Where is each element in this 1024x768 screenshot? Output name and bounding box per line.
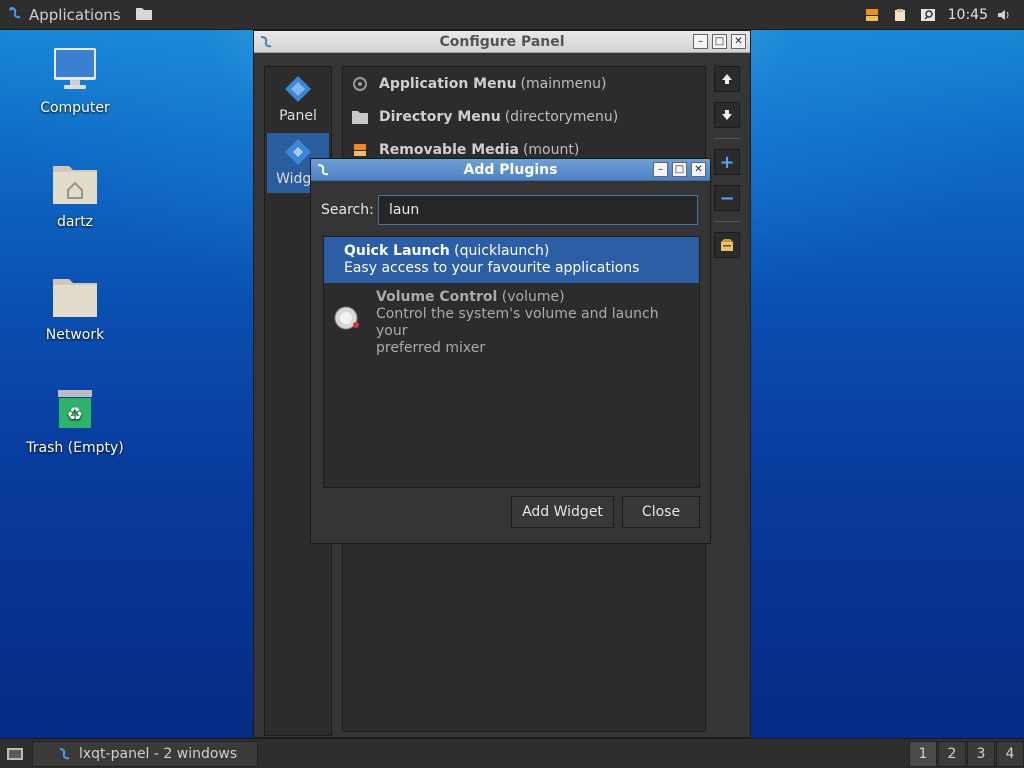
directory-menu-folder-icon (351, 108, 369, 126)
plugin-description: Easy access to your favourite applicatio… (344, 260, 640, 276)
applications-menu-button[interactable]: Applications (0, 0, 121, 30)
desktop-icon-label: Computer (40, 100, 110, 116)
settings-icon (721, 239, 733, 251)
plugin-description: Control the system's volume and launch y… (376, 306, 659, 339)
dialog-title: Add Plugins (463, 161, 558, 178)
plus-icon: + (719, 151, 735, 173)
home-folder-icon (53, 166, 97, 204)
list-item[interactable]: Application Menu (mainmenu) (343, 67, 705, 100)
show-desktop-icon[interactable] (6, 745, 24, 763)
tool-separator (714, 221, 740, 222)
panel-diamond-icon (285, 76, 311, 102)
lxqt-logo-icon (8, 6, 22, 24)
clock[interactable]: 10:45 (948, 7, 988, 23)
plugin-name: Quick Launch (344, 243, 450, 259)
network-folder-icon (53, 279, 97, 317)
move-down-button[interactable] (714, 102, 740, 128)
plugin-id: (quicklaunch) (454, 243, 550, 259)
taskbar-button[interactable]: lxqt-panel - 2 windows (32, 741, 258, 767)
widgets-diamond-icon (285, 139, 311, 165)
volume-control-icon (332, 289, 366, 357)
list-item[interactable]: Directory Menu (directorymenu) (343, 100, 705, 133)
arrow-up-icon (722, 74, 732, 84)
plugin-id: (volume) (501, 289, 565, 305)
file-manager-button[interactable] (135, 5, 153, 25)
desktop-pager: 1 2 3 4 (908, 741, 1024, 767)
desktop-icon-home[interactable]: dartz (15, 160, 135, 230)
configure-panel-titlebar[interactable]: Configure Panel – □ ✕ (254, 31, 750, 53)
desktop-icon-label: dartz (56, 214, 94, 230)
sidebar-item-panel[interactable]: Panel (267, 70, 329, 130)
desktop-4-button[interactable]: 4 (996, 741, 1024, 767)
list-item[interactable]: Volume Control (volume) Control the syst… (324, 283, 699, 363)
remove-widget-tool-button[interactable]: − (714, 185, 740, 211)
plugin-list: Quick Launch (quicklaunch) Easy access t… (323, 236, 700, 488)
bottom-panel: lxqt-panel - 2 windows 1 2 3 4 (0, 738, 1024, 768)
widget-id: (mainmenu) (520, 75, 607, 92)
tool-separator (714, 138, 740, 139)
lxqt-window-icon (258, 34, 274, 50)
list-item[interactable]: Quick Launch (quicklaunch) Easy access t… (324, 237, 699, 283)
trash-icon: ♻ (58, 390, 92, 428)
search-row: Search: (321, 195, 698, 225)
widget-name: Directory Menu (379, 108, 501, 125)
desktop-3-button[interactable]: 3 (967, 741, 995, 767)
desktop-1-button[interactable]: 1 (909, 741, 937, 767)
desktop-icon-network[interactable]: Network (15, 273, 135, 343)
volume-tray-icon[interactable] (996, 7, 1012, 23)
widget-tools: + − (714, 66, 742, 268)
widget-name: Application Menu (379, 75, 517, 92)
lxqt-task-icon (57, 747, 71, 761)
configure-widget-button[interactable] (714, 232, 740, 258)
minimize-button[interactable]: – (693, 34, 708, 49)
arrow-down-icon (722, 110, 732, 120)
move-up-button[interactable] (714, 66, 740, 92)
application-menu-icon (351, 75, 369, 93)
removable-media-tray-icon[interactable] (864, 7, 880, 23)
search-input[interactable] (378, 195, 698, 225)
clipboard-tray-icon[interactable] (892, 7, 908, 23)
desktop-icon-computer[interactable]: Computer (15, 46, 135, 116)
maximize-button[interactable]: □ (712, 34, 727, 49)
system-tray: 10:45 (864, 0, 1024, 30)
desktop-icon-trash[interactable]: ♻ Trash (Empty) (15, 386, 135, 456)
svg-text:♻: ♻ (67, 404, 83, 425)
sidebar-item-label: Panel (279, 108, 317, 124)
add-widget-tool-button[interactable]: + (714, 149, 740, 175)
plugin-name: Volume Control (376, 289, 498, 305)
widget-name: Removable Media (379, 141, 519, 158)
screenshot-tray-icon[interactable] (920, 7, 936, 23)
applications-label: Applications (29, 5, 121, 24)
widget-id: (directorymenu) (504, 108, 619, 125)
window-title: Configure Panel (439, 33, 565, 50)
plugin-description-cont: preferred mixer (376, 340, 486, 356)
folder-icon (135, 5, 153, 25)
maximize-button[interactable]: □ (672, 162, 687, 177)
close-window-button[interactable]: ✕ (731, 34, 746, 49)
widget-id: (mount) (522, 141, 580, 158)
close-window-button[interactable]: ✕ (691, 162, 706, 177)
minimize-button[interactable]: – (653, 162, 668, 177)
search-label: Search: (321, 202, 374, 218)
desktop-2-button[interactable]: 2 (938, 741, 966, 767)
add-widget-button[interactable]: Add Widget (511, 496, 614, 528)
removable-media-icon (351, 141, 369, 159)
computer-icon (54, 48, 96, 89)
lxqt-window-icon (315, 162, 331, 178)
close-button[interactable]: Close (622, 496, 700, 528)
minus-icon: − (719, 187, 735, 209)
add-plugins-dialog: Add Plugins – □ ✕ Search: Quick Launch (… (310, 158, 711, 544)
desktop-icon-label: Network (45, 327, 105, 343)
desktop-icon-label: Trash (Empty) (26, 440, 124, 456)
add-plugins-titlebar[interactable]: Add Plugins – □ ✕ (311, 159, 710, 181)
top-panel: Applications 10:45 (0, 0, 1024, 30)
taskbar-label: lxqt-panel - 2 windows (79, 746, 238, 762)
